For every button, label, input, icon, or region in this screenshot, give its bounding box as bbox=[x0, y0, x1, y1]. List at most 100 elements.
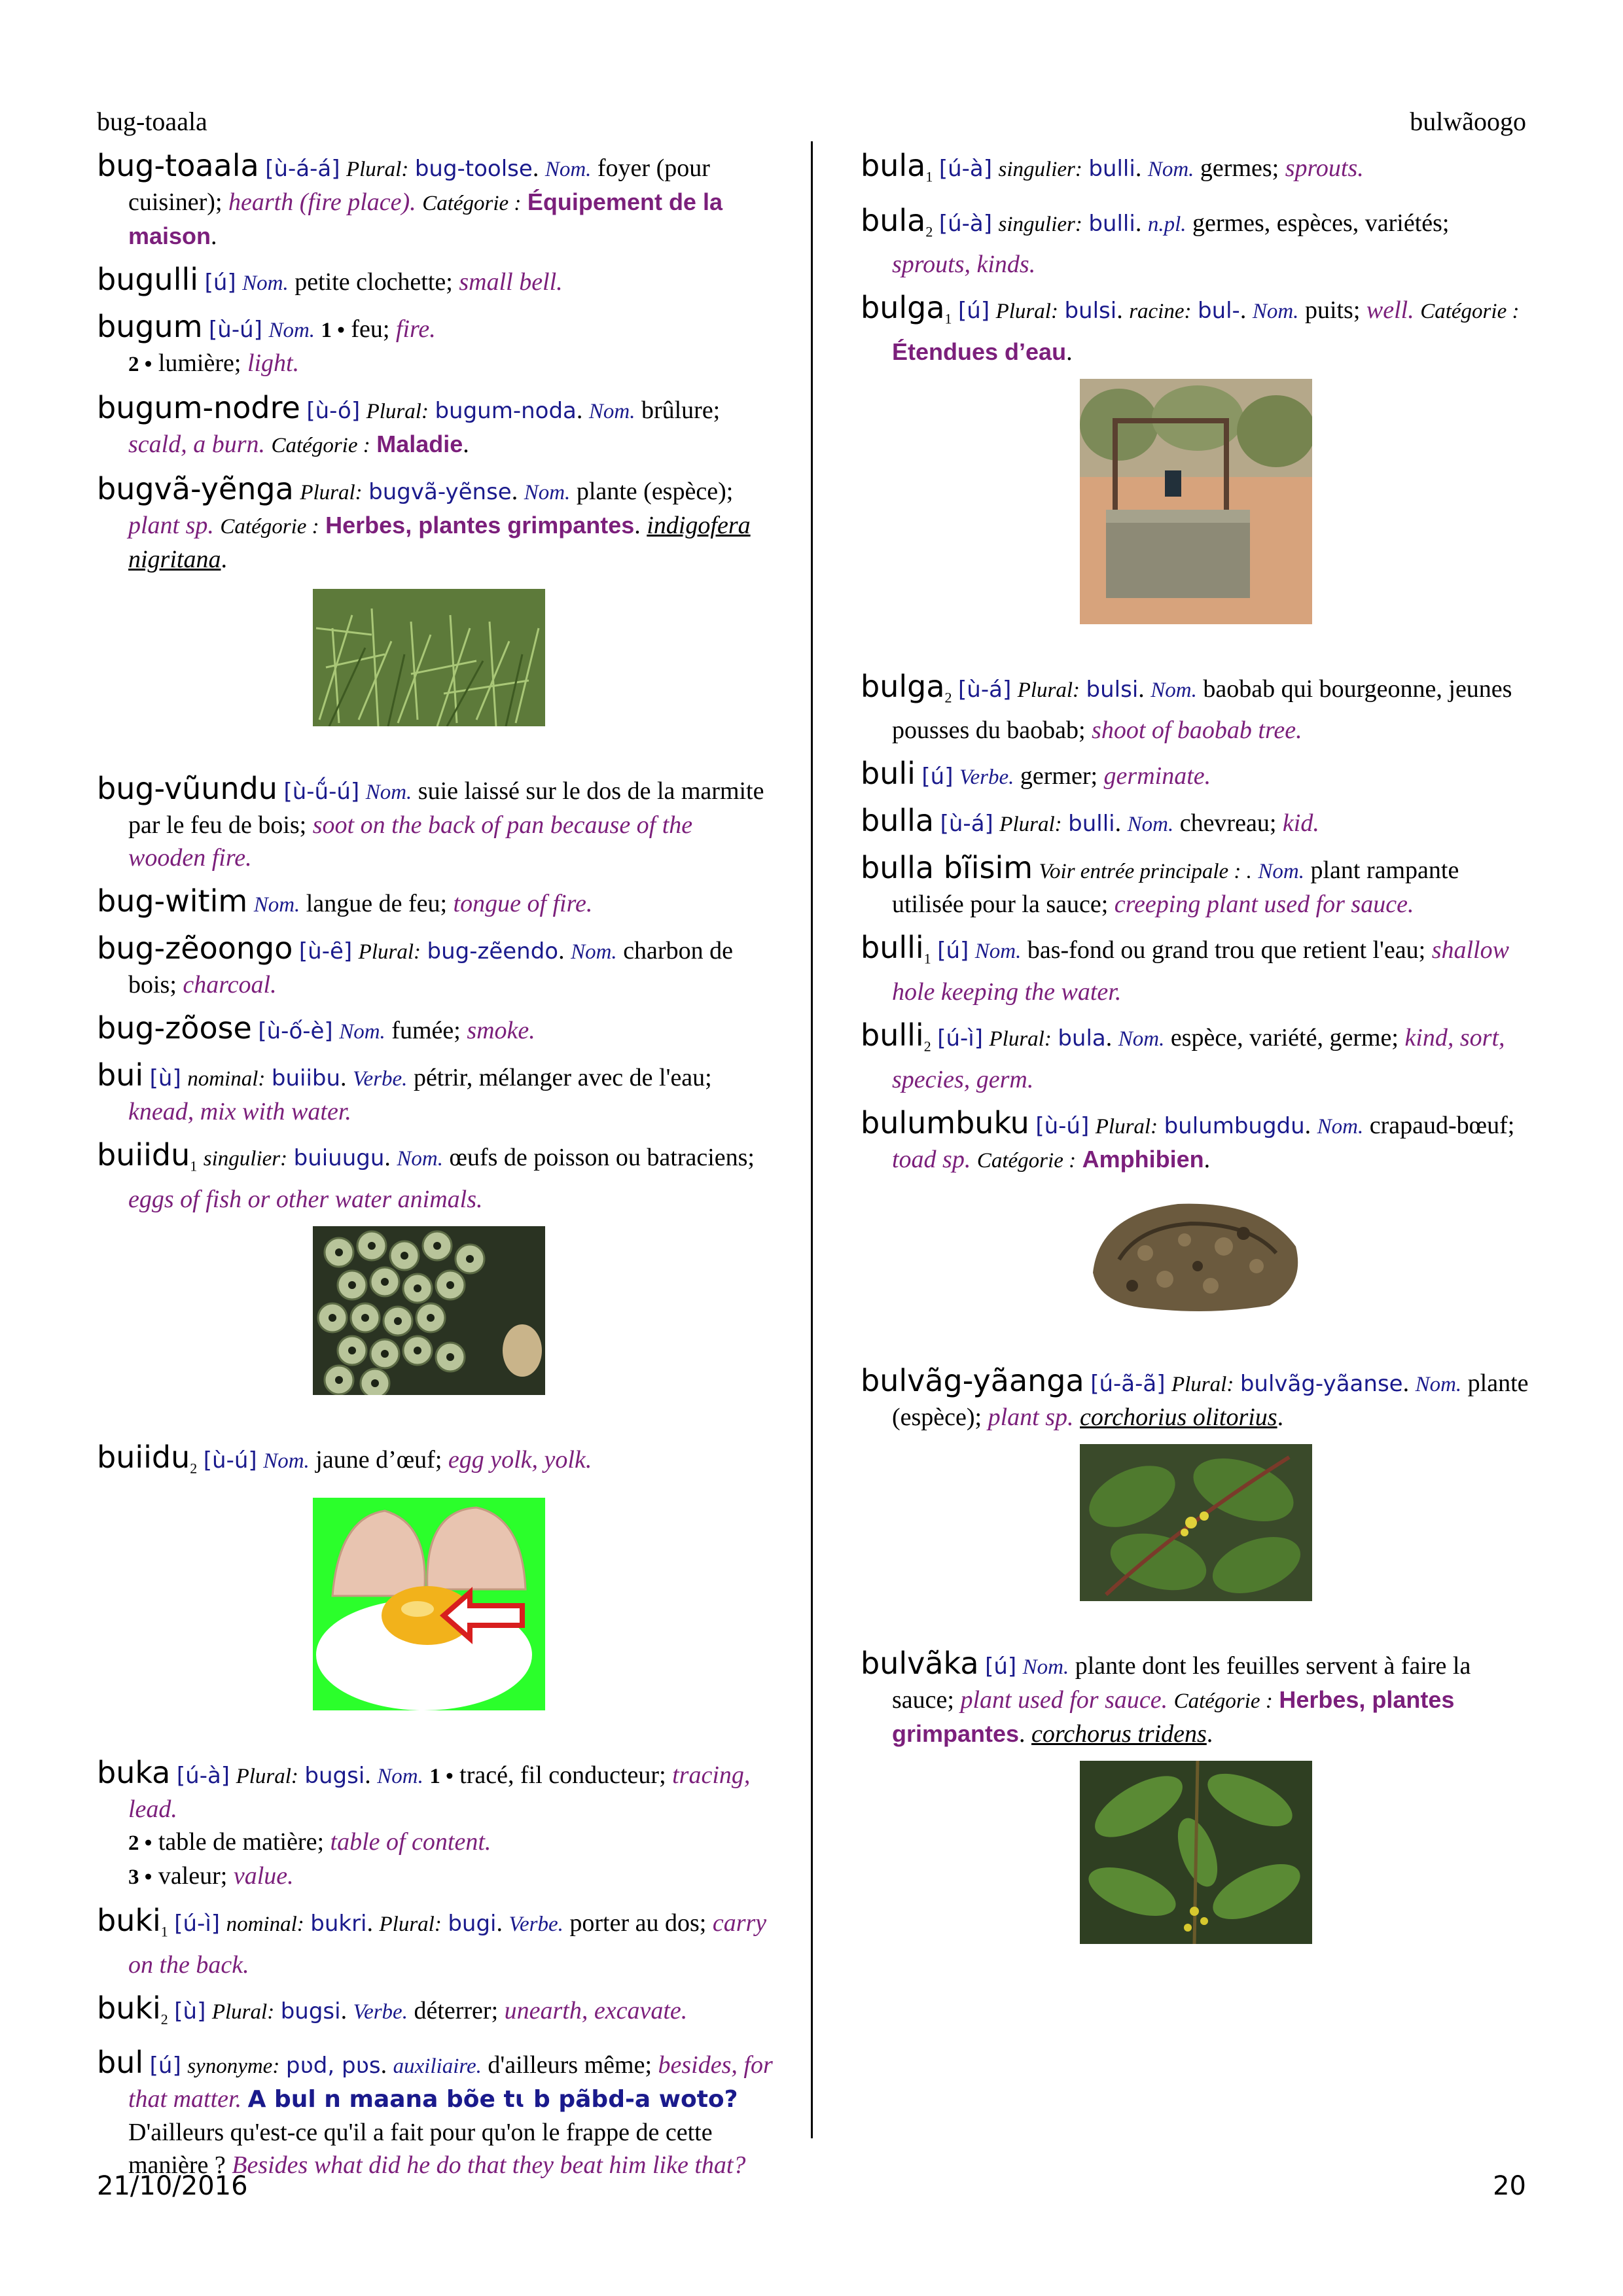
pos: n.pl. bbox=[1147, 212, 1186, 236]
pos: Verbe. bbox=[353, 2000, 408, 2024]
headword: bug-zõose bbox=[97, 1010, 252, 1046]
french-gloss: germes; bbox=[1200, 154, 1279, 182]
plural-form: bugum-noda bbox=[435, 398, 577, 424]
headword: buki bbox=[97, 1990, 161, 2026]
plural-label: Plural: bbox=[236, 1765, 298, 1789]
entry-bulla: bulla [ù-á] Plural: bulli. Nom. chevreau… bbox=[861, 803, 1319, 839]
tone: [ù] bbox=[174, 1998, 206, 2024]
plural-form: bulvãg-yãanse bbox=[1240, 1370, 1403, 1397]
plural-form: bulsi bbox=[1064, 298, 1117, 325]
tone: [ù-ú] bbox=[1035, 1112, 1090, 1139]
headword: bulla bbox=[861, 803, 935, 839]
french-gloss: petite clochette; bbox=[294, 268, 453, 296]
tone: [ú-à] bbox=[938, 156, 993, 182]
headword: bui bbox=[97, 1057, 144, 1093]
entry-bui: bui [ù] nominal: buiibu. Verbe. pétrir, … bbox=[97, 1057, 712, 1125]
headword: buiidu bbox=[97, 1137, 190, 1173]
english-gloss: knead, mix with water. bbox=[128, 1098, 351, 1125]
category-label: Catégorie : bbox=[1173, 1689, 1273, 1713]
headword: bug-vũundu bbox=[97, 771, 277, 806]
tone: [ù-ố-è] bbox=[258, 1018, 333, 1044]
running-header-left: bug-toaala bbox=[97, 107, 207, 136]
pos: Nom. bbox=[242, 272, 289, 295]
homonym-number: 2 bbox=[190, 1460, 198, 1477]
french-gloss: puits; bbox=[1304, 296, 1361, 325]
entry-bulumbuku: bulumbuku [ù-ú] Plural: bulumbugdu. Nom.… bbox=[861, 1104, 1515, 1173]
pos: Nom. bbox=[268, 319, 315, 342]
sense-number: 2 • bbox=[128, 353, 152, 376]
pos: Nom. bbox=[1415, 1372, 1462, 1396]
category-label: Catégorie : bbox=[976, 1148, 1077, 1173]
english-gloss: hearth (fire place). bbox=[228, 188, 416, 216]
pos: Nom. bbox=[571, 940, 617, 964]
entry-bug-zoose: bug-zõose [ù-ố-è] Nom. fumée; smoke. bbox=[97, 1012, 774, 1048]
pos: Nom. bbox=[1150, 678, 1197, 702]
headword: bug-toaala bbox=[97, 148, 259, 183]
pos: Nom. bbox=[263, 1449, 310, 1473]
nominal-form: buiibu bbox=[271, 1065, 341, 1091]
pos: Nom. bbox=[1317, 1114, 1364, 1139]
plural-form: bug-toolse bbox=[414, 156, 533, 182]
pos: Verbe. bbox=[353, 1067, 408, 1091]
pos: Nom. bbox=[588, 400, 635, 423]
egg-yolk-photo bbox=[313, 1498, 545, 1711]
homonym-number: 2 bbox=[925, 223, 933, 240]
homonym-number: 1 bbox=[925, 168, 933, 185]
tone: [ù] bbox=[149, 1065, 181, 1091]
column-divider bbox=[811, 141, 813, 2138]
frog-eggs-photo bbox=[313, 1226, 545, 1395]
english-gloss: shoot of baobab tree. bbox=[1092, 716, 1302, 745]
plural-label: Plural: bbox=[346, 158, 409, 181]
nominal-form: bukri bbox=[310, 1911, 367, 1937]
entry-bulla-biisim: bulla bĩisim Voir entrée principale : . … bbox=[861, 851, 1529, 921]
headword: bula bbox=[861, 202, 926, 238]
french-gloss: germes, espèces, variétés; bbox=[1192, 209, 1450, 237]
pos: Nom. bbox=[397, 1147, 444, 1171]
plural-label: Plural: bbox=[211, 2000, 275, 2024]
plural-form: bugsi bbox=[304, 1763, 365, 1790]
root-label: racine: bbox=[1129, 300, 1192, 324]
entry-buiidu-2: buiidu2 [ù-ú] Nom. jaune d’œuf; egg yolk… bbox=[97, 1441, 774, 1485]
french-gloss: d'ailleurs même; bbox=[488, 2051, 652, 2079]
headword: bugvã-yẽnga bbox=[97, 471, 294, 506]
synonym-forms: pʋd, pʋs bbox=[285, 2053, 381, 2079]
english-gloss: kid. bbox=[1282, 809, 1319, 838]
homonym-number: 1 bbox=[944, 310, 952, 327]
plural-label: Plural: bbox=[300, 481, 363, 504]
headword: bug-witim bbox=[97, 883, 248, 919]
plural-form: bula bbox=[1058, 1025, 1106, 1051]
pos: Nom. bbox=[1127, 813, 1174, 837]
singular-form: buiuugu bbox=[293, 1145, 385, 1171]
entry-bula-1: bula1 [ú-à] singulier: bulli. Nom. germe… bbox=[861, 148, 1364, 185]
entry-bul: bul [ú] synonyme: pʋd, pʋs. auxiliaire. … bbox=[97, 2045, 773, 2180]
example-sentence: A bul n maana bõe tɩ b pãbd-a woto? bbox=[247, 2086, 738, 2113]
english-gloss: fire. bbox=[395, 315, 436, 343]
entry-bug-witim: bug-witim Nom. langue de feu; tongue of … bbox=[97, 885, 774, 921]
plural-form: bulsi bbox=[1086, 676, 1139, 703]
category-label: Catégorie : bbox=[220, 515, 319, 539]
category-value: Étendues d’eau bbox=[892, 338, 1067, 365]
french-gloss: bas-fond ou grand trou que retient l'eau… bbox=[1027, 936, 1426, 964]
english-gloss: light. bbox=[247, 349, 300, 377]
tone: [ú] bbox=[149, 2053, 181, 2079]
headword: buiidu bbox=[97, 1439, 190, 1475]
category-value: Amphibien bbox=[1082, 1145, 1204, 1173]
french-gloss: feu; bbox=[351, 315, 390, 343]
plural-label: Plural: bbox=[358, 940, 421, 964]
tone: [ú-à] bbox=[938, 210, 993, 237]
pos: Nom. bbox=[339, 1020, 385, 1044]
tone: [ú] bbox=[921, 764, 954, 790]
entry-bulga-2: bulga2 [ù-á] Plural: bulsi. Nom. baobab … bbox=[861, 668, 1512, 745]
english-gloss: sprouts. bbox=[1285, 154, 1364, 182]
sense-2: 2 • lumière; light. bbox=[128, 347, 774, 381]
sense-number: 1 • bbox=[429, 1765, 454, 1789]
plural-label: Plural: bbox=[366, 400, 429, 423]
headword: bulla bĩisim bbox=[861, 850, 1033, 886]
pos: Nom. bbox=[1147, 158, 1194, 181]
corchorus-plant-photo bbox=[1080, 1760, 1312, 1944]
headword: bul bbox=[97, 2045, 144, 2081]
sense-number: 3 • bbox=[128, 1865, 152, 1890]
pos: Verbe. bbox=[508, 1913, 563, 1937]
english-gloss: charcoal. bbox=[183, 971, 277, 998]
pos: auxiliaire. bbox=[393, 2055, 482, 2079]
